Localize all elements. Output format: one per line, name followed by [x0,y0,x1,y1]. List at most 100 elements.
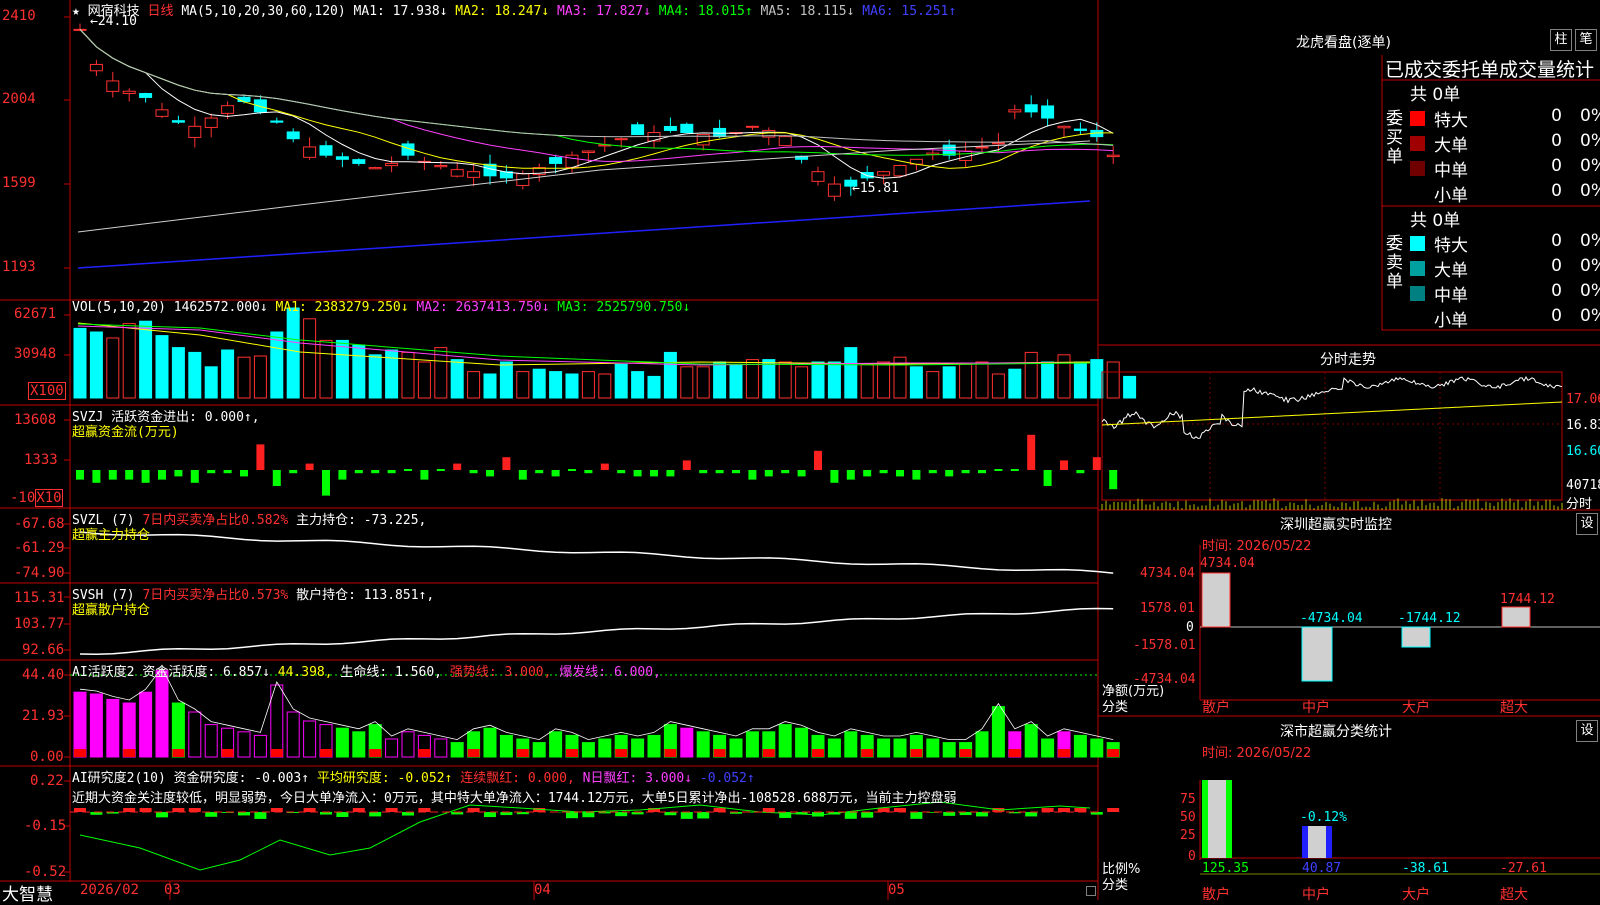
research-bar [582,812,594,817]
flow-bar [388,470,396,473]
volume-bar [468,372,480,398]
volume-bar [615,364,627,398]
research-bar [943,812,955,816]
activity-bar [697,732,709,757]
activity-bar [189,712,201,757]
volume-bar [648,376,660,398]
period-label[interactable]: 日线 [148,4,174,19]
class-value-2: 40.87 [1302,861,1341,876]
svzl-label: 主力持仓: -73.225, [296,513,426,528]
flow-bar [125,470,133,480]
candle-body [1009,110,1021,112]
intraday-frame [1102,372,1562,500]
research-bar [1025,812,1037,816]
activity-bar [943,743,955,757]
flow-bar [798,470,806,476]
activity-bar [336,728,348,757]
stat-percent: 0% [1580,256,1600,276]
monitor-tick-3: 0 [1186,620,1194,635]
activity-bar [779,725,791,757]
ai-research-y-tick-3: -0.52 [24,864,66,880]
favorite-star-icon[interactable]: ★ [72,4,80,19]
candle-body [550,158,562,164]
volume-bar [861,364,873,398]
research-bar [1042,808,1054,812]
volume-bar [992,374,1004,398]
research-bar [976,812,988,816]
candle-body [1107,155,1119,156]
research-bar [894,808,906,812]
flow-bar [1011,469,1019,471]
candle-body [1074,129,1086,130]
flow-bar [962,470,970,473]
stat-row: 小单00% [1410,181,1600,205]
class-settings-button[interactable]: 设 [1576,720,1598,742]
stat-percent: 0% [1580,281,1600,301]
ai-research-name: AI研究度2(10) [72,771,166,786]
research-bar [861,812,873,818]
research-bar [304,808,316,812]
volume-bar [1091,360,1103,398]
candle-body [828,184,840,196]
candle-body [779,137,791,146]
candle-body [304,147,316,157]
research-bar [402,812,414,816]
flow-bar [256,444,264,470]
svzj-y-tick-3-value: -10 [10,490,35,506]
activity-bar [304,721,316,757]
candle-body [1042,106,1054,118]
svzj-y-tick-1: 13608 [14,412,56,428]
research-bar [156,812,168,817]
flow-bar [1027,435,1035,470]
candle-body [435,165,447,166]
activity-bar [74,692,86,757]
ai-active-label5: 爆发线: 6.000, [559,665,661,680]
volume-bar [632,372,644,398]
flow-bar [830,470,838,483]
activity-bar [632,739,644,757]
research-bar [484,812,496,817]
vol-y-tick-1: 62671 [14,306,56,322]
stat-row: 中单00% [1410,281,1600,305]
candle-body [714,128,726,136]
monitor-settings-button[interactable]: 设 [1576,513,1598,535]
svsh-y-tick-1: 115.31 [14,590,65,606]
color-swatch [1410,136,1425,151]
column-view-button[interactable]: 柱 [1550,29,1572,51]
candle-body [976,147,988,148]
activity-bar [172,703,184,757]
flow-bar [716,470,724,473]
activity-base-mark [1107,749,1119,757]
x-label-2: 03 [164,882,181,898]
volume-bar [697,367,709,398]
buy-group-label: 委买单 [1386,110,1406,167]
monitor-tick-4: -1578.01 [1133,638,1196,653]
volume-bar [845,348,857,398]
vol-unit: X100 [30,383,64,399]
volume-bar [812,362,824,398]
class-tick-3: 25 [1180,828,1196,843]
flow-bar [437,469,445,471]
activity-bar [533,743,545,757]
brand-logo: 大智慧 [2,880,53,905]
stat-count: 0 [1542,231,1562,251]
buy-total: 共 0单 [1410,80,1460,105]
flow-bar [880,470,888,473]
research-bar [254,812,266,819]
activity-bar [582,743,594,757]
monitor-cat-1: 散户 [1202,697,1230,717]
svsh-y-tick-3: 92.66 [22,642,64,658]
activity-bar [156,671,168,757]
ai-active-y-tick-1: 44.40 [22,667,64,683]
tick-view-button[interactable]: 笔 [1575,29,1597,51]
flow-bar [863,470,871,476]
color-swatch [1410,161,1425,176]
monitor-value-3: -1744.12 [1398,611,1461,626]
volume-bar [205,367,217,398]
volume-bar [828,362,840,398]
volume-bar [222,350,234,398]
lock-icon[interactable] [1086,886,1096,896]
volume-bar [353,345,365,398]
flow-bar [666,470,674,476]
svzj-sub: 超赢资金流(万元) [72,421,179,440]
